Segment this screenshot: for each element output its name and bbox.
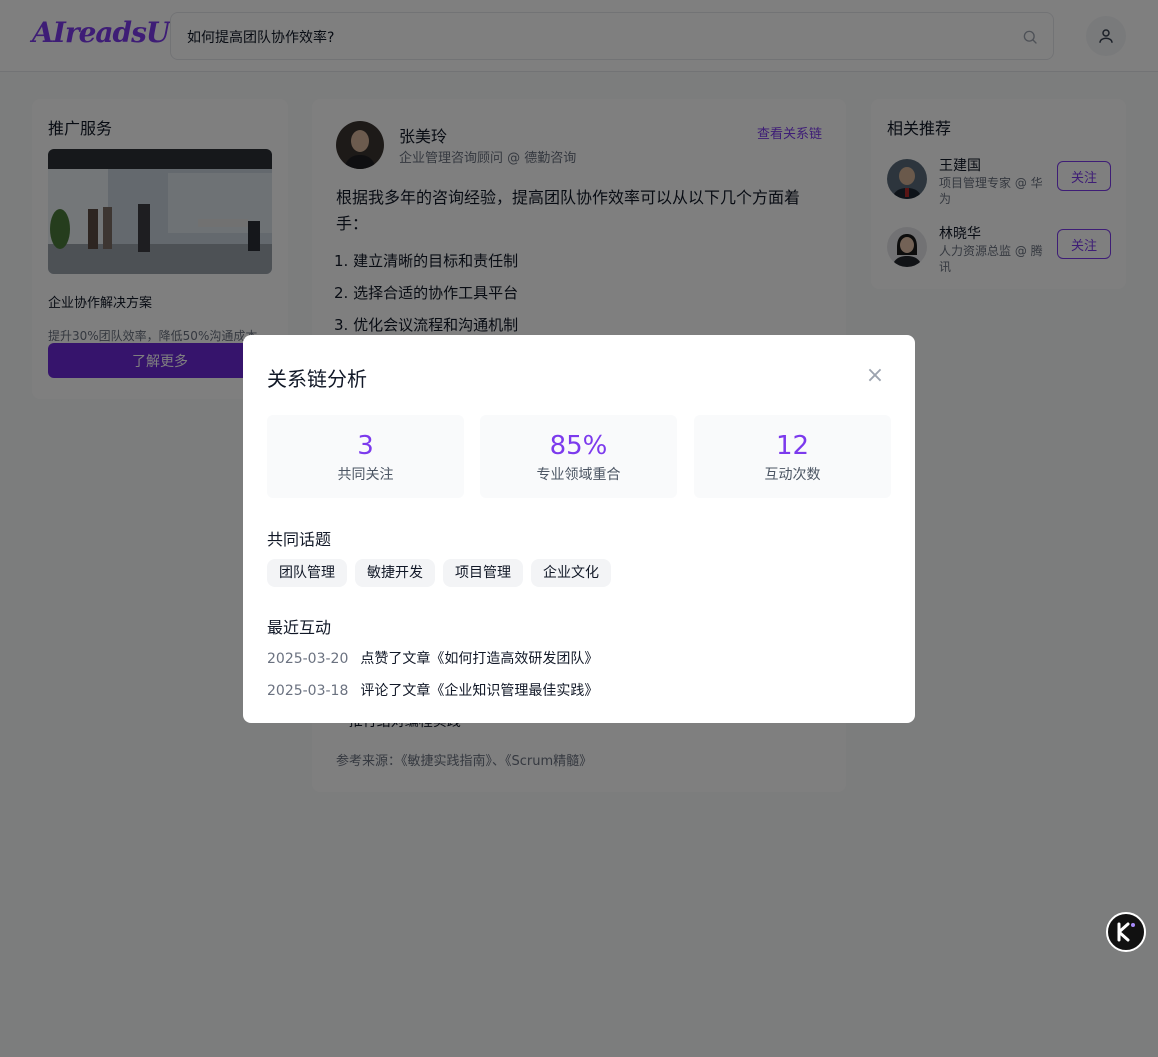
floating-assistant-button[interactable]	[1106, 912, 1146, 952]
close-icon: ×	[865, 362, 885, 388]
topic-tag[interactable]: 敏捷开发	[355, 559, 435, 587]
relationship-modal: 关系链分析 × 3 共同关注 85% 专业领域重合 12 互动次数 共同话题 团…	[243, 335, 915, 723]
topic-tag[interactable]: 团队管理	[267, 559, 347, 587]
stat-label: 专业领域重合	[536, 467, 621, 483]
k-logo-icon	[1117, 922, 1135, 942]
activity-text[interactable]: 点赞了文章《如何打造高效研发团队》	[360, 651, 598, 667]
stat-value: 12	[775, 431, 810, 461]
stat-value: 85%	[549, 431, 608, 461]
activity-date: 2025-03-18	[267, 683, 349, 699]
recent-activity-title: 最近互动	[267, 618, 332, 637]
stat-card: 12 互动次数	[694, 415, 891, 498]
stat-card: 85% 专业领域重合	[480, 415, 677, 498]
activity-row: 2025-03-18 评论了文章《企业知识管理最佳实践》	[267, 680, 598, 700]
close-button[interactable]: ×	[863, 362, 887, 388]
topic-tag[interactable]: 企业文化	[531, 559, 611, 587]
stat-card: 3 共同关注	[267, 415, 464, 498]
stat-label: 互动次数	[764, 467, 821, 483]
common-topics-title: 共同话题	[267, 530, 332, 549]
activity-date: 2025-03-20	[267, 651, 349, 667]
activity-text[interactable]: 评论了文章《企业知识管理最佳实践》	[360, 683, 598, 699]
modal-title: 关系链分析	[267, 367, 367, 391]
topic-tag[interactable]: 项目管理	[443, 559, 523, 587]
stat-label: 共同关注	[337, 467, 394, 483]
stat-value: 3	[357, 431, 374, 461]
activity-row: 2025-03-20 点赞了文章《如何打造高效研发团队》	[267, 648, 598, 668]
